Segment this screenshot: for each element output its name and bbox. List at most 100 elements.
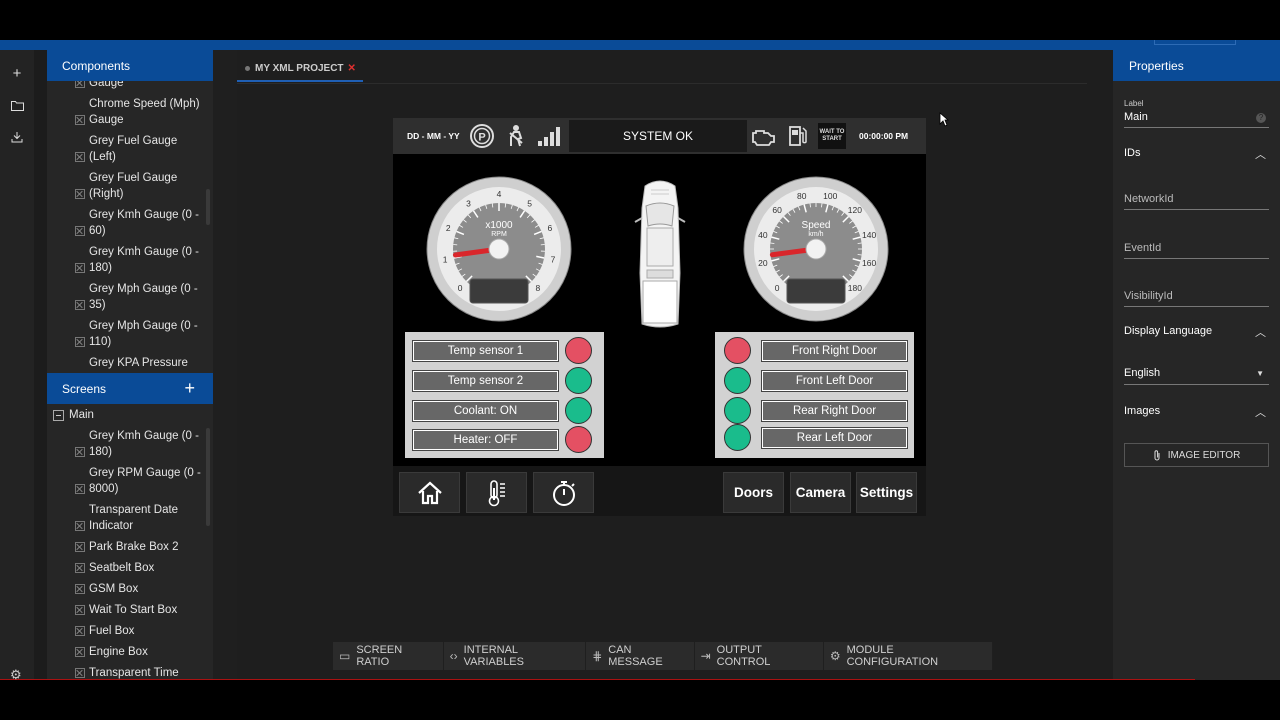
temperature-button[interactable] [466, 472, 527, 513]
component-item[interactable]: Grey Fuel Gauge (Left) [47, 133, 213, 165]
screen-item[interactable]: Park Brake Box 2 [47, 539, 213, 555]
remove-icon[interactable] [75, 542, 85, 552]
components-header: Components [47, 50, 213, 81]
screen-item[interactable]: Transparent Time [47, 665, 213, 680]
toolbar-screen-ratio-button[interactable]: ▭ SCREEN RATIO [333, 642, 444, 670]
component-item[interactable]: Grey Mph Gauge (0 - 110) [47, 318, 213, 350]
tab-my-xml-project[interactable]: MY XML PROJECT ✕ [237, 56, 363, 82]
visibility-id-field[interactable]: VisibilityId [1124, 290, 1173, 302]
remove-icon[interactable] [75, 263, 85, 273]
svg-text:P: P [478, 132, 485, 144]
speed-gauge-tick-label: 60 [772, 205, 782, 215]
screen-item[interactable]: Transparent Date Indicator [47, 502, 213, 534]
dashboard-preview[interactable]: DD - MM - YY P SYSTEM OK WAIT TO START 0… [393, 118, 926, 516]
component-item[interactable]: Grey Kmh Gauge (0 - 180) [47, 244, 213, 276]
toolbar-icon: ▭ [339, 649, 351, 663]
label-underline [1124, 127, 1269, 128]
folder-icon[interactable] [6, 94, 28, 116]
label-input[interactable]: Main [1124, 111, 1148, 123]
app-window: + Components Gauge Chrome Speed (Mph) Gau… [0, 40, 1280, 680]
doors-button[interactable]: Doors [723, 472, 784, 513]
remove-icon[interactable] [75, 300, 85, 310]
screen-item-label: Transparent Time [89, 667, 179, 679]
collapse-icon[interactable] [53, 409, 64, 421]
doors-button-label: Doors [733, 485, 773, 500]
remove-icon[interactable] [75, 337, 85, 347]
component-item-label: Gauge [89, 81, 124, 89]
timer-button[interactable] [533, 472, 594, 513]
remove-icon[interactable] [75, 605, 85, 615]
speed-gauge-tick-label: 180 [848, 283, 862, 293]
add-screen-icon[interactable]: + [184, 378, 195, 399]
image-editor-button[interactable]: IMAGE EDITOR [1124, 443, 1269, 467]
remove-icon[interactable] [75, 647, 85, 657]
event-id-field[interactable]: EventId [1124, 242, 1161, 254]
components-title: Components [62, 58, 131, 73]
component-item[interactable]: Grey Kmh Gauge (0 - 60) [47, 207, 213, 239]
screen-item[interactable]: Engine Box [47, 644, 213, 660]
gear-icon[interactable]: ⚙ [10, 667, 22, 683]
toolbar-can-message-button[interactable]: ⋕ CAN MESSAGE [586, 642, 695, 670]
remove-icon[interactable] [75, 521, 85, 531]
home-icon [417, 481, 442, 504]
component-item[interactable]: Gauge [47, 81, 213, 91]
top-bar-field[interactable] [1154, 40, 1236, 45]
bottom-toolbar: ▭ SCREEN RATIO ‹› INTERNAL VARIABLES ⋕ CAN ME… [333, 642, 993, 670]
download-icon[interactable] [6, 126, 28, 148]
toolbar-module-configuration-button[interactable]: ⚙ MODULE CONFIGURATION [824, 642, 993, 670]
tab-label: MY XML PROJECT [255, 62, 344, 74]
speed-gauge-tick-label: 0 [775, 283, 780, 293]
remove-icon[interactable] [75, 189, 85, 199]
screen-item[interactable]: Grey RPM Gauge (0 - 8000) [47, 465, 213, 497]
tab-close-icon[interactable]: ✕ [348, 63, 356, 74]
screen-item-label: Seatbelt Box [89, 562, 155, 574]
speed-gauge-display [786, 278, 846, 304]
remove-icon[interactable] [75, 226, 85, 236]
screen-item[interactable]: Seatbelt Box [47, 560, 213, 576]
remove-icon[interactable] [75, 626, 85, 636]
help-icon[interactable]: ? [1256, 113, 1266, 123]
home-button[interactable] [399, 472, 460, 513]
stopwatch-icon [552, 480, 575, 506]
remove-icon[interactable] [75, 484, 85, 494]
screen-item[interactable]: Grey Kmh Gauge (0 - 180) [47, 428, 213, 460]
component-item[interactable]: Grey KPA Pressure Gauge [47, 355, 213, 373]
screen-main[interactable]: Main [47, 404, 213, 426]
images-section[interactable]: Images [1124, 405, 1160, 417]
settings-button[interactable]: Settings [856, 472, 917, 513]
speed-gauge-tick [809, 203, 811, 208]
screen-item[interactable]: GSM Box [47, 581, 213, 597]
toolbar-internal-variables-button[interactable]: ‹› INTERNAL VARIABLES [444, 642, 587, 670]
screen-item[interactable]: Fuel Box [47, 623, 213, 639]
toolbar-icon: ⋕ [592, 649, 603, 663]
speed-gauge-tick [857, 242, 862, 244]
remove-icon[interactable] [75, 152, 85, 162]
left-panel: Components Gauge Chrome Speed (Mph) Gauge… [47, 50, 213, 680]
toolbar-label: INTERNAL VARIABLES [463, 644, 524, 668]
language-select[interactable]: English [1124, 367, 1160, 379]
ids-chevron-up-icon[interactable]: ︿ [1255, 146, 1266, 162]
screen-item[interactable]: Wait To Start Box [47, 602, 213, 618]
ids-section[interactable]: IDs [1124, 147, 1141, 159]
display-language-section[interactable]: Display Language [1124, 325, 1212, 337]
remove-icon[interactable] [75, 81, 85, 88]
remove-icon[interactable] [75, 563, 85, 573]
language-chevron-up-icon[interactable]: ︿ [1255, 324, 1266, 340]
network-id-field[interactable]: NetworkId [1124, 193, 1174, 205]
remove-icon[interactable] [75, 668, 85, 678]
camera-button[interactable]: Camera [790, 472, 851, 513]
component-item[interactable]: Grey Fuel Gauge (Right) [47, 170, 213, 202]
component-item[interactable]: Chrome Speed (Mph) Gauge [47, 96, 213, 128]
remove-icon[interactable] [75, 115, 85, 125]
select-arrow-icon[interactable]: ▼ [1256, 369, 1264, 378]
add-icon[interactable]: + [6, 62, 28, 84]
remove-icon[interactable] [75, 584, 85, 594]
visibility-id-underline [1124, 306, 1269, 307]
component-item[interactable]: Grey Mph Gauge (0 - 35) [47, 281, 213, 313]
screen-item-label: Grey RPM Gauge (0 - 8000) [89, 467, 201, 495]
doors-label: Rear Left Door [761, 427, 908, 449]
rpm-gauge-tick-label: 2 [446, 223, 451, 233]
remove-icon[interactable] [75, 447, 85, 457]
images-chevron-up-icon[interactable]: ︿ [1255, 404, 1266, 420]
toolbar-output-control-button[interactable]: ⇥ OUTPUT CONTROL [695, 642, 824, 670]
